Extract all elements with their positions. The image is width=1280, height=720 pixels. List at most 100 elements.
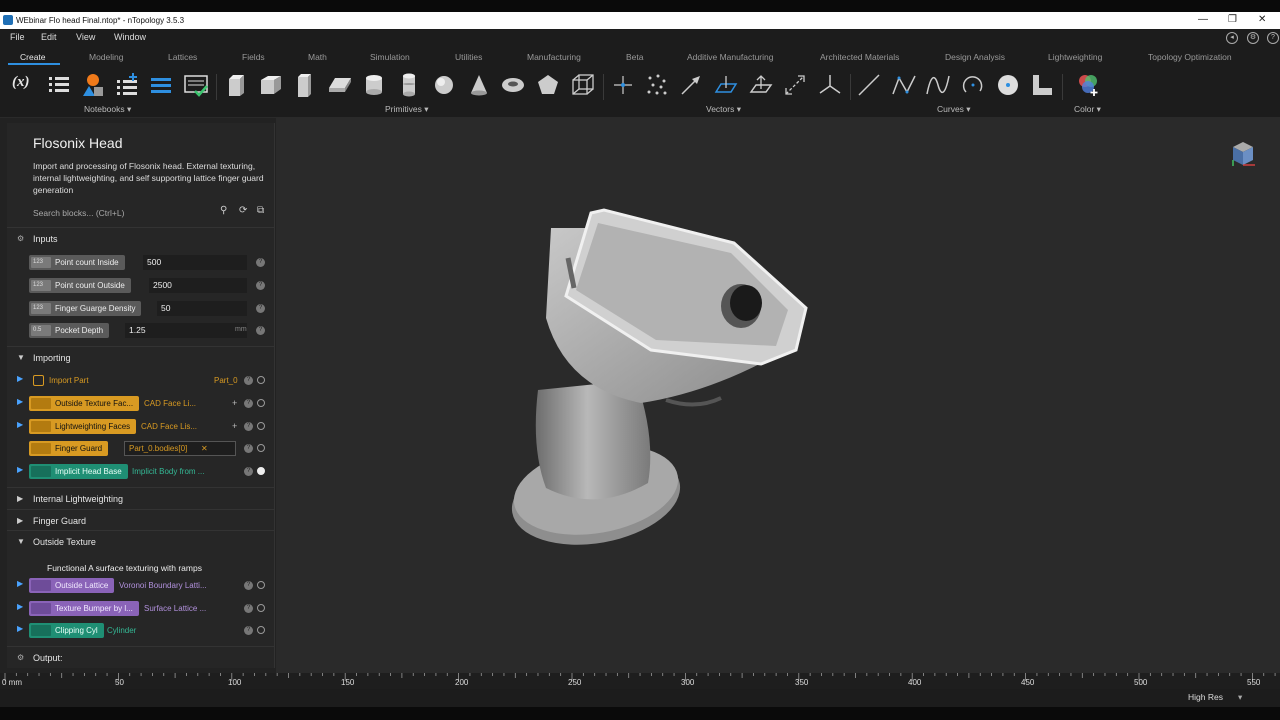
help-icon[interactable]: ?	[244, 581, 253, 590]
stack-list-icon[interactable]	[148, 72, 174, 98]
help-icon[interactable]: ?	[256, 281, 265, 290]
block-input[interactable]: CAD Face Li...	[144, 399, 196, 408]
block-row-clipping-cyl[interactable]: ▶ Clipping Cyl Cylinder ?	[7, 621, 274, 641]
input-row[interactable]: 123 Point count Inside 500 ?	[29, 255, 269, 270]
tab-topology-optimization[interactable]: Topology Optimization	[1148, 52, 1232, 62]
search-blocks-input[interactable]: Search blocks... (Ctrl+L)	[21, 205, 241, 221]
block-chip[interactable]: Implicit Head Base	[29, 464, 128, 479]
help-icon[interactable]: ?	[244, 604, 253, 613]
checklist-icon[interactable]	[183, 72, 209, 98]
clear-icon[interactable]: ✕	[201, 442, 208, 455]
input-row[interactable]: 0.5 Pocket Depth 1.25 mm ?	[29, 323, 269, 338]
expand-icon[interactable]: ▶	[17, 624, 23, 633]
box-primitive-icon[interactable]	[224, 72, 250, 98]
polyline-icon[interactable]	[891, 72, 917, 98]
block-row-import-part[interactable]: ▶ Import Part Part_0 ?	[7, 371, 274, 391]
help-icon[interactable]: ?	[244, 399, 253, 408]
plane-normal-icon[interactable]	[748, 72, 774, 98]
help-icon[interactable]: ?	[244, 626, 253, 635]
block-input[interactable]: Implicit Body from ...	[132, 467, 204, 476]
notebook-title[interactable]: Flosonix Head	[33, 135, 123, 151]
visibility-toggle[interactable]	[257, 626, 265, 634]
tall-box-primitive-icon[interactable]	[292, 72, 318, 98]
tab-simulation[interactable]: Simulation	[370, 52, 410, 62]
input-value-field[interactable]: 1.25	[125, 323, 247, 338]
tab-fields[interactable]: Fields	[242, 52, 265, 62]
internal-lightweighting-section-header[interactable]: ▶ Internal Lightweighting	[7, 487, 274, 509]
input-value-field[interactable]: 50	[157, 301, 247, 316]
resolution-dropdown[interactable]: High Res ▾	[1188, 692, 1262, 705]
block-chip[interactable]: Texture Bumper by l...	[29, 601, 139, 616]
list-icon[interactable]	[46, 72, 72, 98]
block-input[interactable]: Voronoi Boundary Latti...	[119, 581, 207, 590]
expand-icon[interactable]: ▶	[17, 602, 23, 611]
curves-group-label[interactable]: Curves ▾	[937, 104, 971, 115]
expand-icon[interactable]: ▶	[17, 397, 23, 406]
finger-guard-input-field[interactable]: Part_0.bodies[0] ✕	[124, 441, 236, 456]
tall-cylinder-primitive-icon[interactable]	[396, 72, 422, 98]
line-icon[interactable]	[856, 72, 882, 98]
input-value-field[interactable]: 500	[143, 255, 247, 270]
menu-file[interactable]: File	[10, 32, 25, 42]
block-row-outside-texture-faces[interactable]: ▶ Outside Texture Fac... CAD Face Li... …	[7, 394, 274, 414]
block-input[interactable]: Surface Lattice ...	[144, 604, 206, 613]
input-variable-chip[interactable]: 123 Point count Outside	[29, 278, 131, 293]
input-row[interactable]: 123 Finger Guarge Density 50 ?	[29, 301, 269, 316]
arc-icon[interactable]	[960, 72, 986, 98]
visibility-toggle[interactable]	[257, 581, 265, 589]
feedback-icon[interactable]: ◂	[1226, 32, 1238, 44]
block-input[interactable]: Cylinder	[107, 626, 136, 635]
add-icon[interactable]: +	[232, 398, 237, 408]
menu-edit[interactable]: Edit	[41, 32, 57, 42]
visibility-toggle[interactable]	[257, 399, 265, 407]
output-section-header[interactable]: ⚙ Output:	[7, 646, 274, 668]
cylinder-primitive-icon[interactable]	[361, 72, 387, 98]
shapes-icon[interactable]	[80, 72, 106, 98]
help-icon[interactable]: ?	[256, 258, 265, 267]
input-variable-chip[interactable]: 0.5 Pocket Depth	[29, 323, 110, 338]
cone-primitive-icon[interactable]	[466, 72, 492, 98]
tab-architected-materials[interactable]: Architected Materials	[820, 52, 899, 62]
spline-icon[interactable]	[925, 72, 951, 98]
primitives-group-label[interactable]: Primitives ▾	[385, 104, 428, 115]
torus-primitive-icon[interactable]	[500, 72, 526, 98]
expand-icon[interactable]: ▶	[17, 420, 23, 429]
3d-viewport[interactable]	[276, 118, 1280, 673]
block-chip[interactable]: Finger Guard	[29, 441, 109, 456]
visibility-toggle[interactable]	[257, 444, 265, 452]
help-icon[interactable]: ?	[1267, 32, 1279, 44]
visibility-toggle[interactable]	[257, 467, 265, 475]
input-variable-chip[interactable]: 123 Finger Guarge Density	[29, 301, 142, 316]
section-comment[interactable]: Functional A surface texturing with ramp…	[47, 563, 202, 573]
help-icon[interactable]: ?	[256, 326, 265, 335]
help-icon[interactable]: ?	[256, 304, 265, 313]
finger-guard-section-header[interactable]: ▶ Finger Guard	[7, 509, 274, 531]
profile-icon[interactable]	[1029, 72, 1055, 98]
wire-cube-icon[interactable]	[570, 72, 596, 98]
distance-icon[interactable]	[782, 72, 808, 98]
color-icon[interactable]	[1075, 72, 1101, 98]
copy-icon[interactable]: ⧉	[257, 205, 264, 216]
block-chip[interactable]: Outside Lattice	[29, 578, 115, 593]
pentagon-primitive-icon[interactable]	[535, 72, 561, 98]
add-icon[interactable]: +	[232, 421, 237, 431]
notebook-description[interactable]: Import and processing of Flosonix head. …	[33, 160, 269, 196]
maximize-button[interactable]: ❐	[1228, 14, 1237, 25]
input-row[interactable]: 123 Point count Outside 2500 ?	[29, 278, 269, 293]
input-variable-chip[interactable]: 123 Point count Inside	[29, 255, 125, 270]
settings-icon[interactable]: ⚙	[1247, 32, 1259, 44]
block-row-texture-bumper[interactable]: ▶ Texture Bumper by l... Surface Lattice…	[7, 599, 274, 619]
visibility-toggle[interactable]	[257, 604, 265, 612]
menu-window[interactable]: Window	[114, 32, 146, 42]
axes-icon[interactable]	[817, 72, 843, 98]
block-input[interactable]: CAD Face Lis...	[141, 422, 197, 431]
importing-section-header[interactable]: ▼ Importing	[7, 346, 274, 368]
block-row-outside-lattice[interactable]: ▶ Outside Lattice Voronoi Boundary Latti…	[7, 576, 274, 596]
expand-icon[interactable]: ▶	[17, 465, 23, 474]
help-icon[interactable]: ?	[244, 444, 253, 453]
sphere-primitive-icon[interactable]	[431, 72, 457, 98]
visibility-toggle[interactable]	[257, 376, 265, 384]
input-value-field[interactable]: 2500	[149, 278, 247, 293]
block-chip[interactable]: Clipping Cyl	[29, 623, 104, 638]
slab-primitive-icon[interactable]	[327, 72, 353, 98]
